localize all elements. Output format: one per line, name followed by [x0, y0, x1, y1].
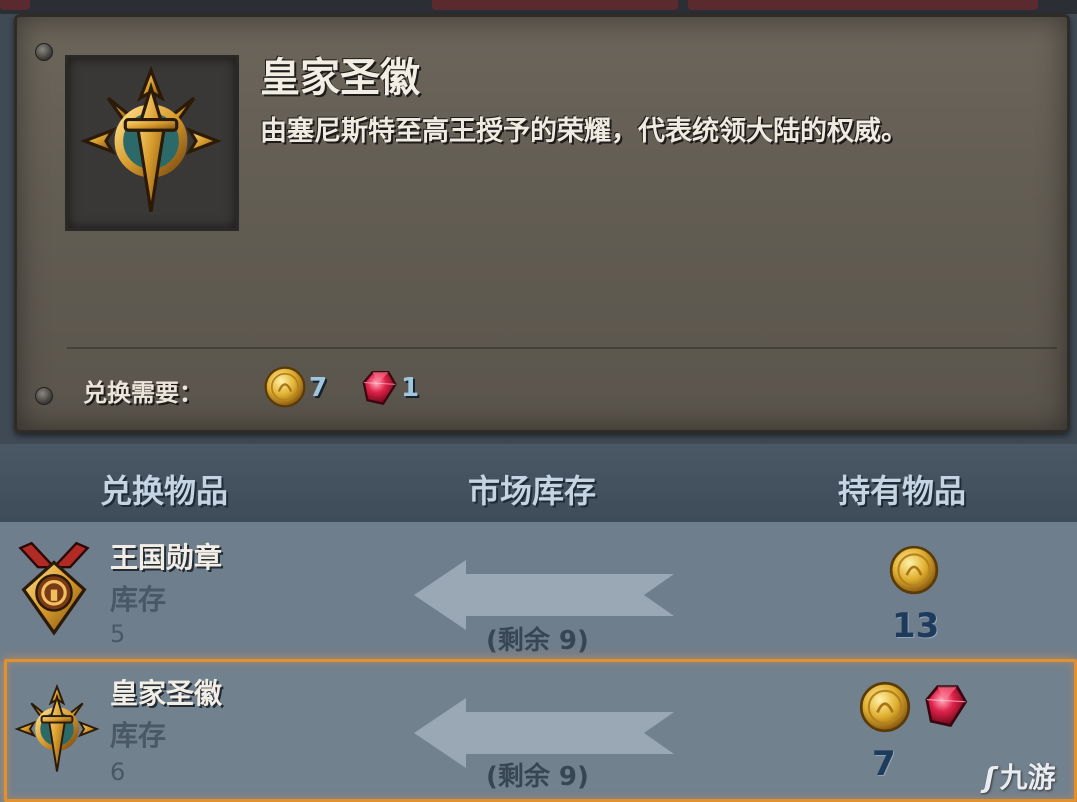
- divider: [67, 347, 1057, 349]
- row-held-count: 13: [892, 606, 940, 646]
- kingdom-medal-icon: [14, 540, 94, 636]
- watermark: ʃ 九游: [984, 756, 1056, 796]
- item-detail-panel: 皇家圣徽 由塞尼斯特至高王授予的荣耀，代表统领大陆的权威。 兑换需要： 7 1: [14, 14, 1070, 433]
- row-remaining: (剩余 9): [486, 626, 589, 656]
- watermark-logo-icon: ʃ: [984, 761, 996, 794]
- row-item-name: 王国勋章: [110, 541, 223, 574]
- gold-coin-icon: [888, 544, 940, 596]
- rivet: [35, 387, 53, 405]
- top-tab-segment: [0, 0, 30, 10]
- selected-row-highlight: [4, 659, 1077, 802]
- row-stock-label: 库存: [110, 583, 167, 616]
- column-header-held: 持有物品: [838, 472, 967, 510]
- royal-holy-emblem-icon: [76, 66, 226, 216]
- exchange-row-kingdom-medal[interactable]: 王国勋章 库存 5 (剩余 9) 13: [0, 522, 1077, 662]
- row-stock-value: 5: [110, 620, 126, 648]
- column-header-exchange: 兑换物品: [100, 472, 229, 510]
- gold-coin-icon: [263, 365, 307, 409]
- top-bar: [0, 0, 1077, 14]
- cost-label: 兑换需要：: [83, 379, 203, 407]
- column-header-market: 市场库存: [468, 472, 597, 510]
- item-description: 由塞尼斯特至高王授予的荣耀，代表统领大陆的权威。: [260, 116, 908, 147]
- top-tab-segment: [432, 0, 678, 10]
- red-gem-icon: [355, 365, 399, 409]
- watermark-text: 九游: [999, 761, 1056, 794]
- cost-coin-count: 7: [309, 373, 328, 403]
- item-title: 皇家圣徽: [260, 55, 420, 101]
- item-icon-frame: [65, 55, 239, 231]
- rivet: [35, 43, 53, 61]
- top-tab-segment: [688, 0, 1038, 10]
- cost-gem-count: 1: [401, 373, 420, 403]
